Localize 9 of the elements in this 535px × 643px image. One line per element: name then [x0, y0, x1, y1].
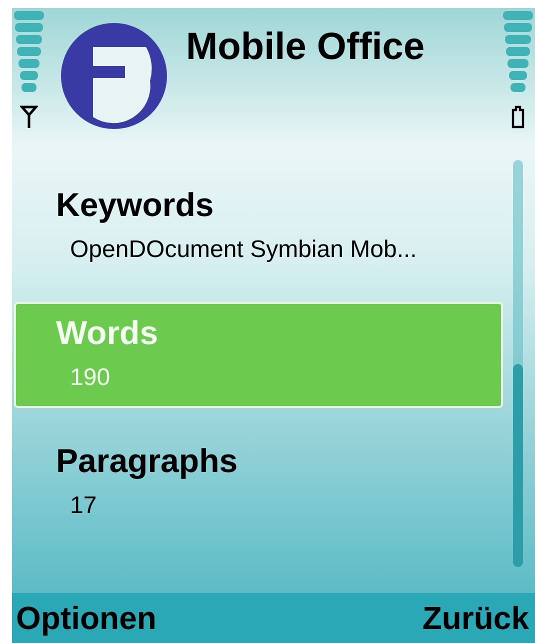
battery-icon	[511, 105, 525, 129]
logo-icon	[60, 21, 168, 131]
list-item[interactable]: Paragraphs 17	[14, 430, 503, 536]
scrollbar[interactable]	[513, 160, 523, 567]
options-softkey[interactable]: Optionen	[16, 600, 156, 636]
list-item[interactable]: Keywords OpenDOcument Symbian Mob...	[14, 174, 503, 280]
back-softkey[interactable]: Zurück	[422, 600, 529, 636]
window-title: Mobile Office	[186, 26, 425, 69]
antenna-icon	[20, 105, 38, 129]
